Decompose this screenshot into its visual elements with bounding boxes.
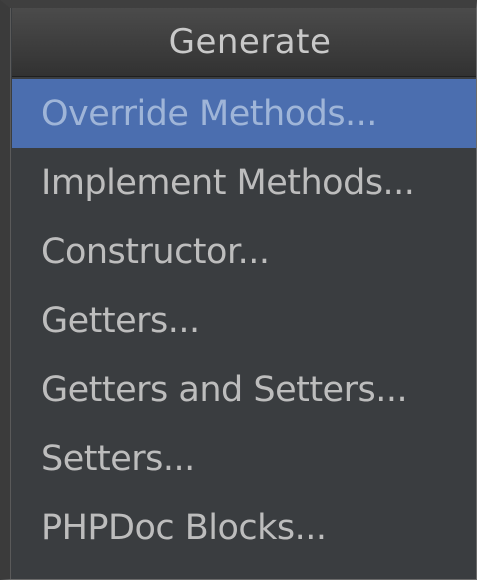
generate-popup: Generate Override Methods... Implement M… xyxy=(0,0,477,580)
menu-item-setters[interactable]: Setters... xyxy=(12,424,476,493)
popup-title-bar: Generate xyxy=(12,8,476,77)
menu-item-getters-and-setters[interactable]: Getters and Setters... xyxy=(12,355,476,424)
menu-item-phpdoc-blocks[interactable]: PHPDoc Blocks... xyxy=(12,493,476,562)
menu-item-implement-methods[interactable]: Implement Methods... xyxy=(12,148,476,217)
popup-title: Generate xyxy=(168,22,332,62)
menu-item-getters[interactable]: Getters... xyxy=(12,286,476,355)
menu-item-override-methods[interactable]: Override Methods... xyxy=(12,79,476,148)
menu-item-constructor[interactable]: Constructor... xyxy=(12,217,476,286)
generate-menu: Override Methods... Implement Methods...… xyxy=(12,79,476,562)
